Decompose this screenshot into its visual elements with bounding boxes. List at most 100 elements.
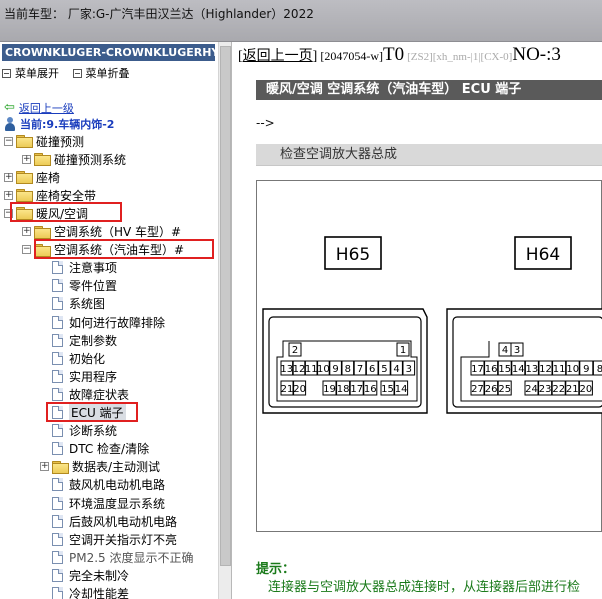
tree-item-18[interactable]: + 数据表/主动测试 bbox=[40, 458, 160, 476]
h65-mid-pin-label: 7 bbox=[357, 364, 363, 375]
document-icon bbox=[52, 587, 63, 599]
tree-item-label: 系统图 bbox=[69, 297, 106, 312]
h64-label: H64 bbox=[526, 245, 560, 265]
tree-item-label: 空调系统（HV 车型）# bbox=[54, 225, 182, 239]
document-icon bbox=[52, 424, 63, 438]
tree-item-23[interactable]: PM2.5 浓度显示不正确 bbox=[40, 548, 194, 566]
collapse-node-icon[interactable]: − bbox=[22, 245, 31, 255]
scrollbar-thumb[interactable] bbox=[220, 46, 231, 566]
collapse-icon bbox=[72, 68, 82, 78]
h65-label: H65 bbox=[336, 245, 370, 265]
tree-item-24[interactable]: 完全未制冷 bbox=[40, 566, 129, 584]
expand-node-icon[interactable]: + bbox=[4, 190, 13, 200]
tree-item-2[interactable]: + 座椅 bbox=[4, 168, 60, 186]
document-icon bbox=[52, 568, 63, 582]
tree-item-label: DTC 检查/清除 bbox=[69, 442, 150, 457]
folder-icon bbox=[16, 189, 33, 203]
content-pane: [返回上一页] [2047054-w]T0 [ZS2][xh_nm-|1|[CX… bbox=[234, 42, 602, 599]
tree-item-1[interactable]: + 碰撞预测系统 bbox=[22, 150, 126, 168]
doc-code: [2047054-w] bbox=[320, 49, 383, 63]
tree-item-13[interactable]: 实用程序 bbox=[40, 367, 117, 385]
expand-node-icon[interactable]: + bbox=[40, 462, 49, 472]
document-icon bbox=[52, 369, 63, 383]
h65-mid-pin-label: 10 bbox=[317, 364, 330, 375]
h65-bot-pin-label: 16 bbox=[364, 384, 377, 395]
tree-item-10[interactable]: 如何进行故障排除 bbox=[40, 313, 165, 331]
document-icon bbox=[52, 496, 63, 510]
h64-bot-pin-label: 22 bbox=[552, 384, 565, 395]
h65-bot-pin-label: 19 bbox=[323, 384, 336, 395]
tree-item-label: 实用程序 bbox=[69, 369, 118, 384]
tree-item-17[interactable]: DTC 检查/清除 bbox=[40, 440, 149, 458]
expand-node-icon[interactable]: + bbox=[22, 227, 31, 236]
doc-gray-code: [ZS2][xh_nm-|1|[CX-0] bbox=[407, 51, 513, 63]
highlight-heating bbox=[10, 202, 122, 223]
collapse-menu-label: 菜单折叠 bbox=[85, 67, 130, 80]
tree-item-21[interactable]: 后鼓风机电动机电路 bbox=[40, 512, 177, 530]
h64-mid-pin-label: 10 bbox=[566, 364, 579, 375]
back-link[interactable]: ⇦ 返回上一级 bbox=[4, 100, 74, 116]
folder-icon bbox=[16, 171, 33, 185]
h65-mid-pin-label: 13 bbox=[280, 364, 293, 375]
h64-bot-pin-label: 21 bbox=[566, 384, 579, 395]
folder-icon bbox=[52, 460, 69, 474]
h64-bot-pin-label: 24 bbox=[525, 384, 538, 395]
tree-item-label: 碰撞预测系统 bbox=[54, 152, 127, 167]
tree-item-label: PM2.5 浓度显示不正确 bbox=[69, 550, 194, 565]
highlight-gas-ac bbox=[34, 238, 214, 259]
h65-bot-pin-label: 17 bbox=[350, 384, 363, 395]
document-icon bbox=[52, 261, 63, 275]
h65-bot-pin-label: 14 bbox=[395, 384, 408, 395]
highlight-ecu-terminal bbox=[46, 401, 138, 422]
h65-top-pin-label: 2 bbox=[292, 345, 298, 356]
tree-item-7[interactable]: 注意事项 bbox=[40, 259, 117, 277]
expand-node-icon[interactable]: + bbox=[4, 172, 13, 182]
tree-item-9[interactable]: 系统图 bbox=[40, 295, 105, 313]
document-icon bbox=[52, 387, 63, 401]
tree-item-0[interactable]: − 碰撞预测 bbox=[4, 132, 84, 150]
current-location: 当前:9.车辆内饰-2 bbox=[4, 116, 114, 132]
document-icon bbox=[52, 297, 63, 311]
tree-item-label: 座椅 bbox=[36, 170, 61, 185]
tree-item-label: 诊断系统 bbox=[69, 424, 118, 439]
back-page-link[interactable]: [返回上一页] bbox=[238, 49, 317, 64]
h64-top-pin-label: 3 bbox=[514, 345, 520, 356]
tree-item-16[interactable]: 诊断系统 bbox=[40, 422, 117, 440]
h64-bot-pin-label: 27 bbox=[471, 384, 484, 395]
document-icon bbox=[52, 279, 63, 293]
doc-no: NO-:3 bbox=[512, 44, 561, 65]
tree-item-label: 零件位置 bbox=[69, 279, 118, 294]
document-icon bbox=[52, 442, 63, 456]
document-icon bbox=[52, 532, 63, 546]
h65-mid-pin-label: 5 bbox=[381, 364, 387, 375]
folder-icon bbox=[34, 225, 51, 239]
sidebar-header: CROWNKLUGER-CROWNKLUGERHYBRID bbox=[2, 44, 215, 61]
h64-bot-pin-label: 20 bbox=[580, 384, 593, 395]
h64-mid-pin-label: 14 bbox=[512, 364, 525, 375]
h65-mid-pin-label: 12 bbox=[293, 364, 306, 375]
h65-mid-pin-label: 8 bbox=[345, 364, 351, 375]
expand-menu-button[interactable]: 菜单展开 bbox=[2, 65, 59, 81]
document-icon bbox=[52, 315, 63, 329]
sidebar: CROWNKLUGER-CROWNKLUGERHYBRID 菜单展开 菜单折叠 … bbox=[0, 42, 232, 599]
h65-bot-pin-label: 18 bbox=[337, 384, 350, 395]
sidebar-scrollbar[interactable] bbox=[218, 42, 231, 599]
section-heading: 检查空调放大器总成 bbox=[256, 144, 602, 166]
tree-item-12[interactable]: 初始化 bbox=[40, 349, 105, 367]
expand-node-icon[interactable]: + bbox=[22, 154, 31, 164]
tree-item-8[interactable]: 零件位置 bbox=[40, 277, 117, 295]
tree-item-22[interactable]: 空调开关指示灯不亮 bbox=[40, 530, 177, 548]
collapse-menu-button[interactable]: 菜单折叠 bbox=[72, 65, 130, 81]
tree-item-label: 环境温度显示系统 bbox=[69, 496, 166, 511]
content-title: 暖风/空调 空调系统（汽油车型） ECU 端子 bbox=[256, 80, 602, 100]
h65-mid-pin-label: 6 bbox=[369, 364, 375, 375]
connector-diagram: H65 H64 2 1 13 12 11 10 9 8 7 6 5 4 3 21 20 19 18 17 16 15 14 4… bbox=[256, 180, 602, 532]
h65-mid-pin-label: 3 bbox=[406, 364, 412, 375]
tree-item-11[interactable]: 定制参数 bbox=[40, 331, 117, 349]
tree-item-25[interactable]: 冷却性能差 bbox=[40, 585, 129, 599]
folder-icon bbox=[16, 135, 33, 148]
back-arrow-icon: ⇦ bbox=[4, 100, 15, 115]
tree-item-19[interactable]: 鼓风机电动机电路 bbox=[40, 476, 165, 494]
tree-item-20[interactable]: 环境温度显示系统 bbox=[40, 494, 165, 512]
collapse-node-icon[interactable]: − bbox=[4, 136, 13, 146]
